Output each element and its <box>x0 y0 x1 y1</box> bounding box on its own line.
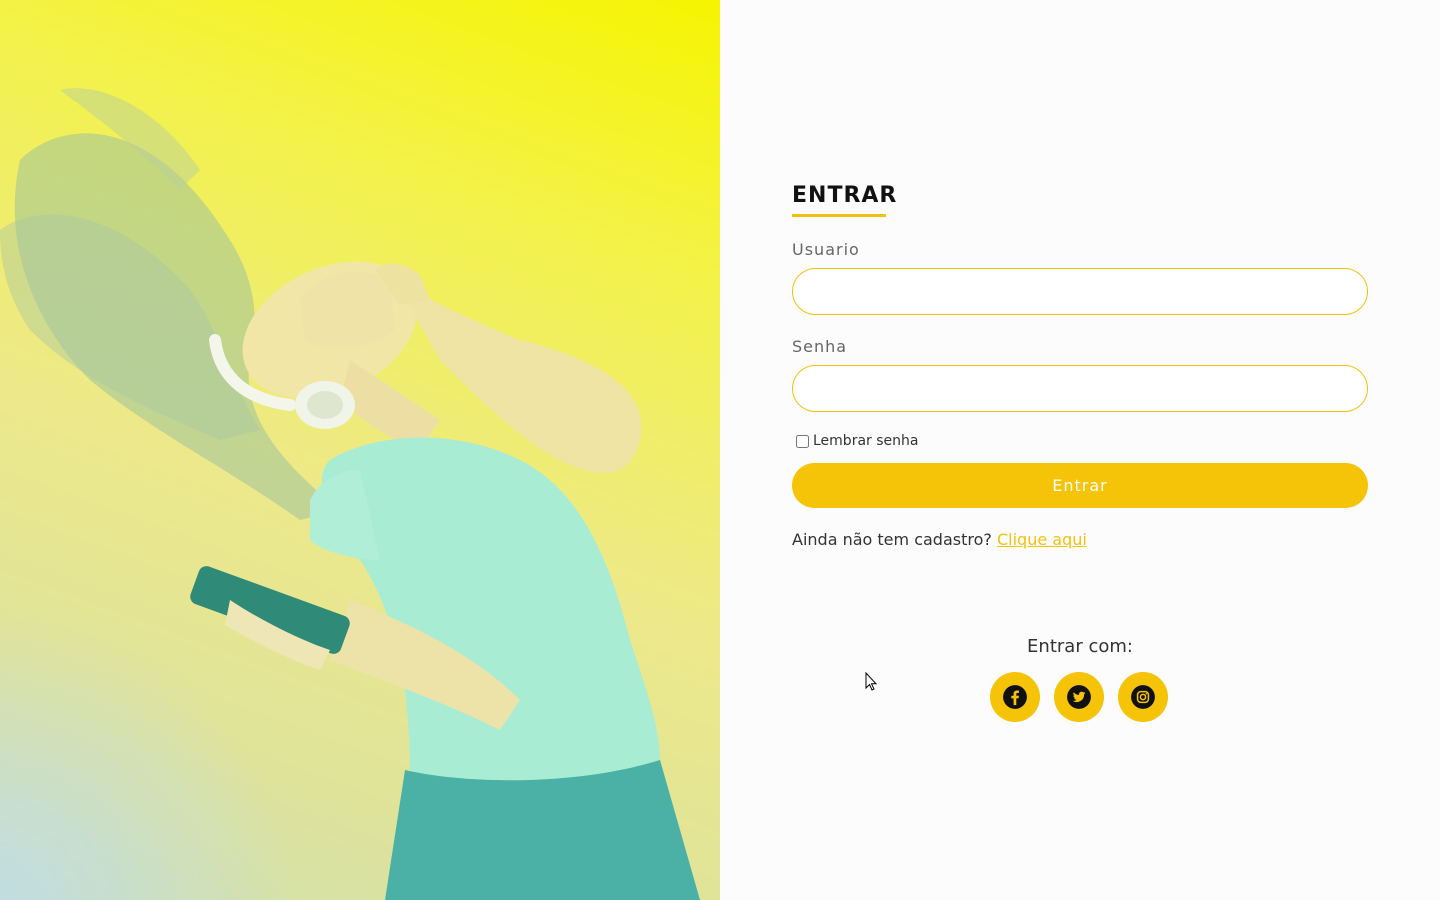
remember-label: Lembrar senha <box>813 433 919 449</box>
login-button[interactable]: Entrar <box>792 463 1368 508</box>
signup-prompt: Ainda não tem cadastro? Clique aqui <box>792 530 1087 549</box>
facebook-icon <box>1003 685 1027 709</box>
signup-text: Ainda não tem cadastro? <box>792 530 992 549</box>
remember-checkbox[interactable] <box>796 434 809 448</box>
remember-row: Lembrar senha <box>796 433 918 449</box>
twitter-icon <box>1067 685 1091 709</box>
username-input[interactable] <box>792 268 1368 315</box>
login-panel: ENTRAR Usuario Senha Lembrar senha Entra… <box>720 0 1440 900</box>
social-login-label: Entrar com: <box>1027 636 1133 657</box>
hero-image <box>0 0 720 900</box>
signup-link[interactable]: Clique aqui <box>997 530 1087 549</box>
facebook-button[interactable] <box>990 672 1040 722</box>
woman-with-headphones-illustration <box>0 88 700 900</box>
password-input[interactable] <box>792 365 1368 412</box>
username-label: Usuario <box>792 240 860 259</box>
password-label: Senha <box>792 337 848 356</box>
title-underline <box>792 214 886 217</box>
mouse-cursor-icon <box>865 672 878 691</box>
social-login-buttons <box>990 672 1168 722</box>
twitter-button[interactable] <box>1054 672 1104 722</box>
instagram-icon <box>1131 685 1155 709</box>
page-title: ENTRAR <box>792 183 898 208</box>
instagram-button[interactable] <box>1118 672 1168 722</box>
